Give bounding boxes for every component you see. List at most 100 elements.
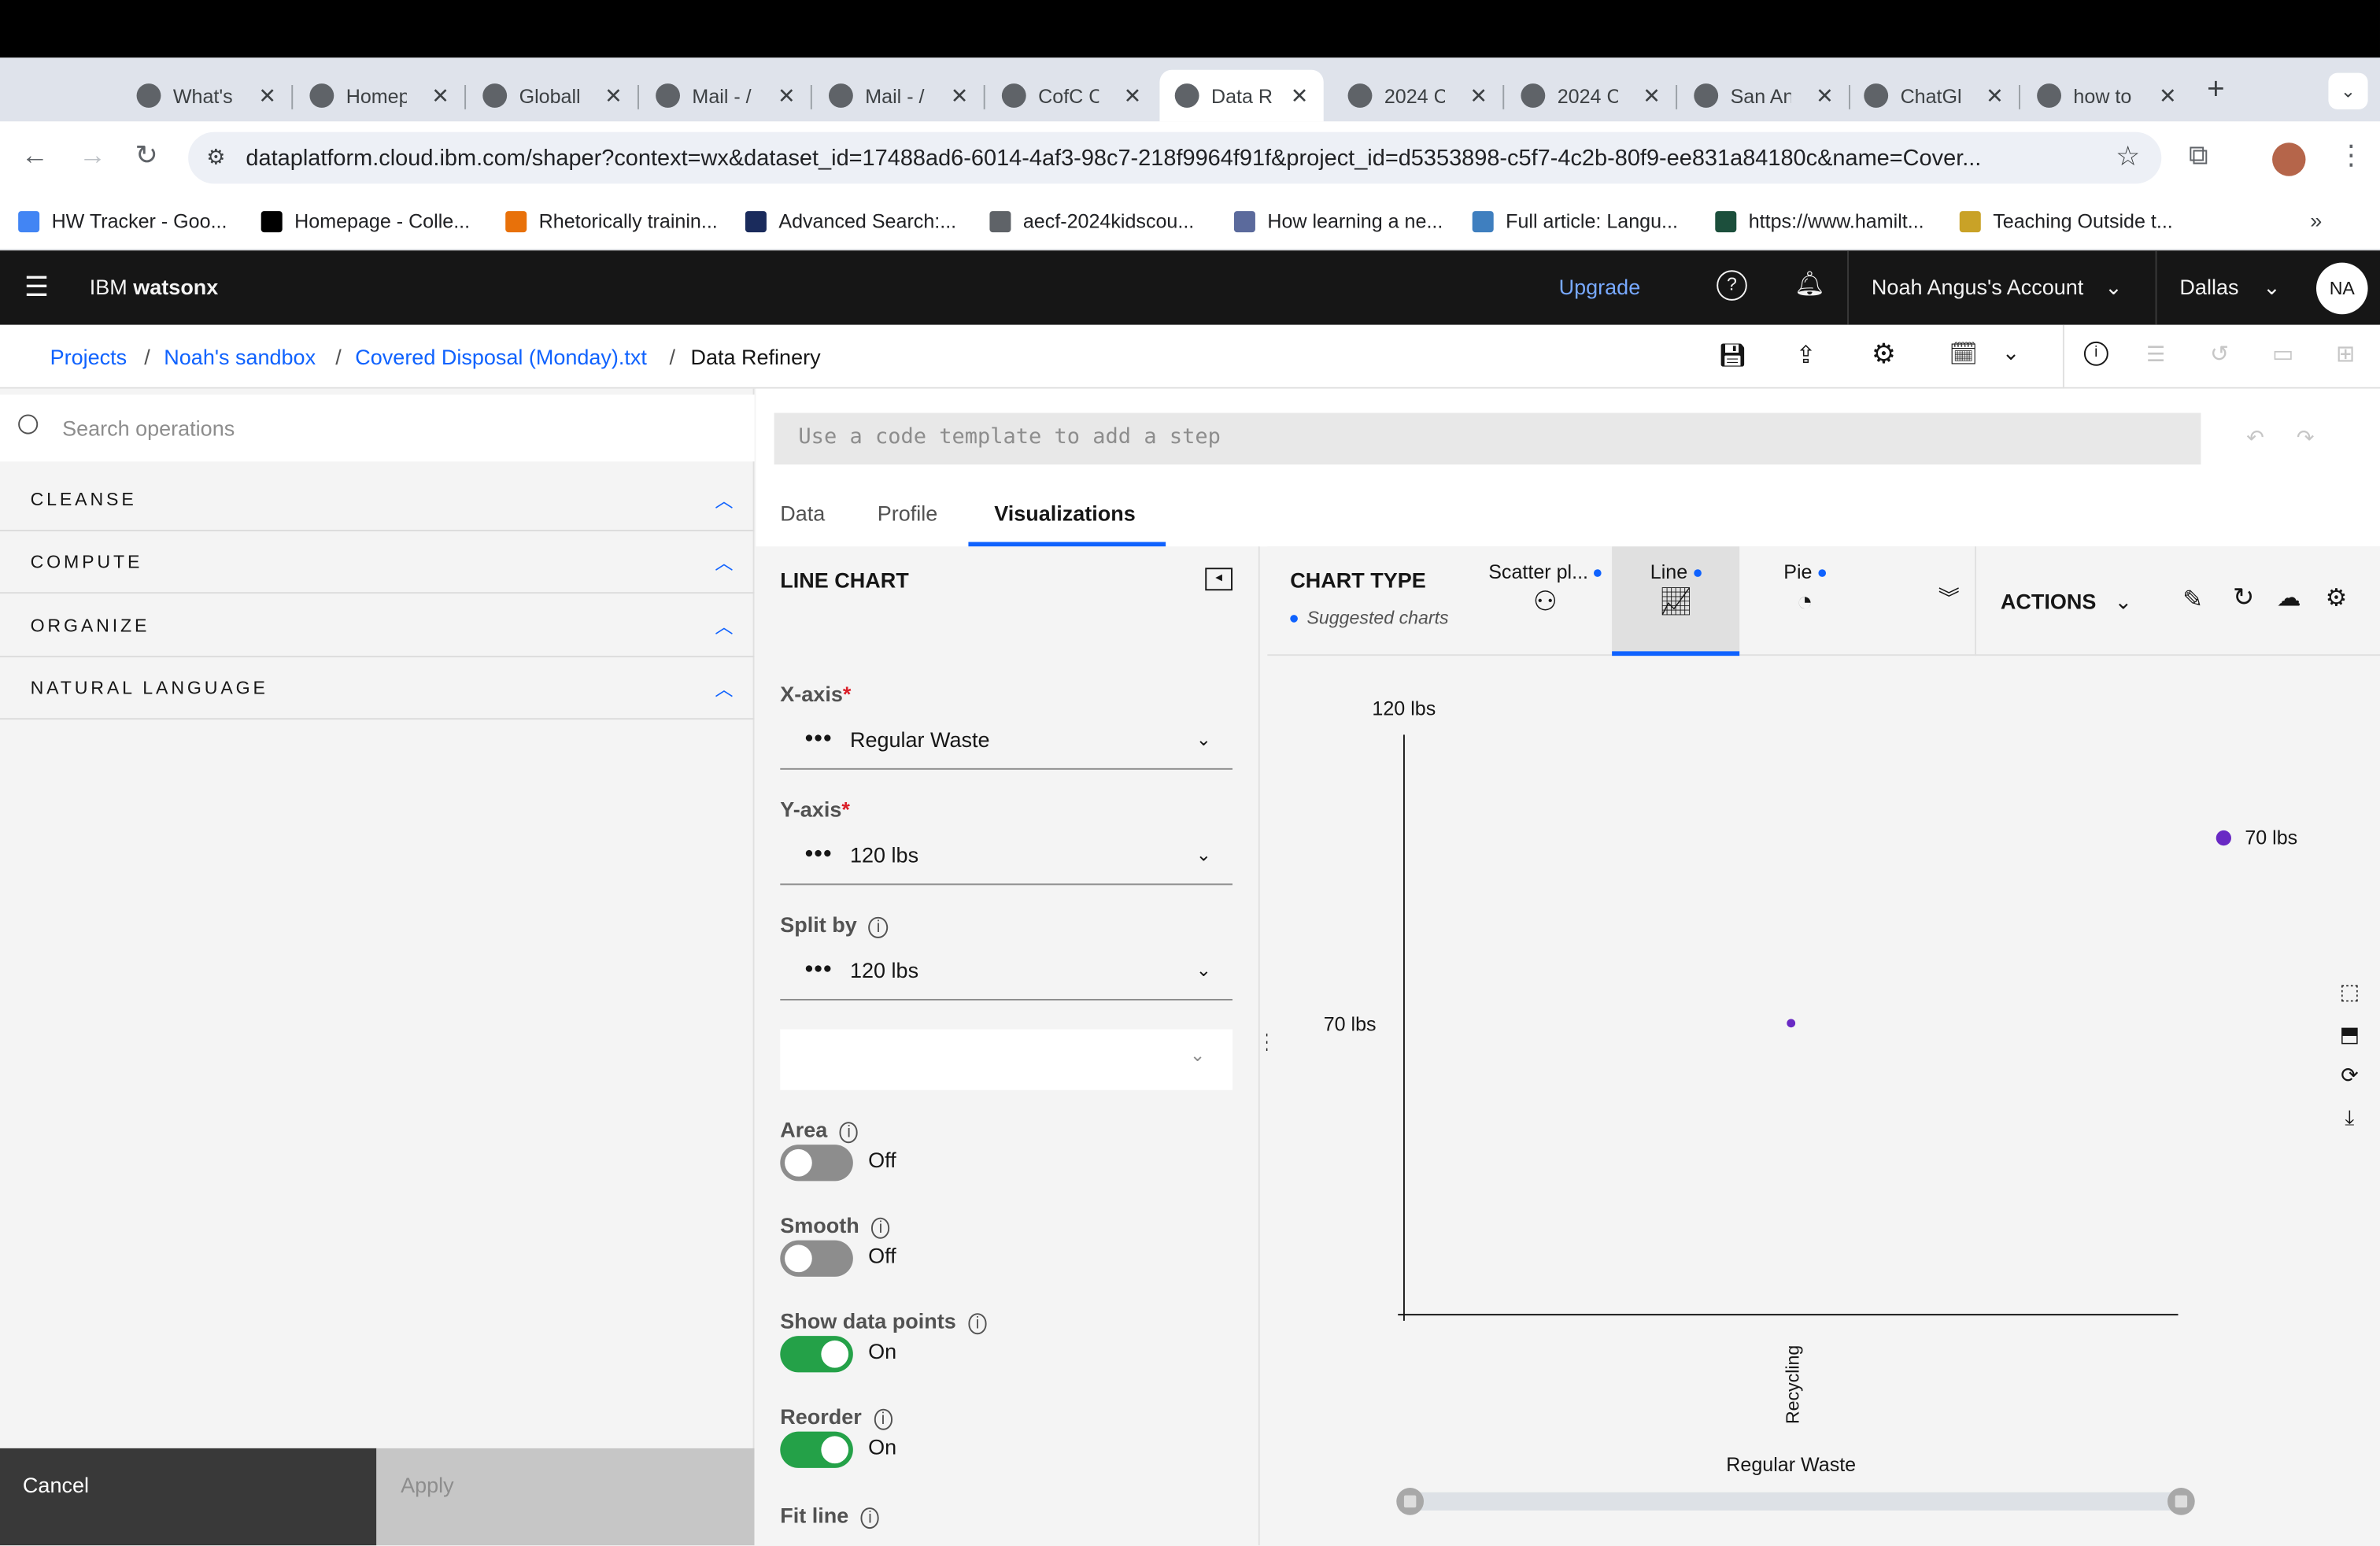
bookmark-star-icon[interactable]: ☆ [2116,141,2140,172]
browser-tab[interactable]: ChatGl ✕ [1849,70,2019,122]
x-axis-select[interactable]: ●●● Regular Waste ⌄ [780,709,1232,770]
bookmark-item[interactable]: How learning a ne... [1233,209,1443,232]
close-tab-icon[interactable]: ✕ [951,83,969,109]
close-tab-icon[interactable]: ✕ [2159,83,2177,109]
section-cleanse[interactable]: CLEANSE ︿ [0,468,755,531]
apply-button[interactable]: Apply [376,1448,755,1546]
user-avatar[interactable]: NA [2315,262,2368,315]
y-axis-select[interactable]: ●●● 120 lbs ⌄ [780,824,1232,886]
close-tab-icon[interactable]: ✕ [1469,83,1488,109]
browser-tab[interactable]: CofC C ✕ [987,70,1157,122]
tab-profile[interactable]: Profile [878,501,938,525]
chart-type-line[interactable]: Line 📈︎ [1612,546,1740,656]
collapse-panel-icon[interactable]: ◂ [1205,568,1232,591]
browser-tab[interactable]: 2024 C ✕ [1506,70,1676,122]
section-natural-language[interactable]: NATURAL LANGUAGE ︿ [0,656,755,720]
notification-bell-icon[interactable]: 🔔︎ [1794,268,1825,299]
browser-tab[interactable]: Homep ✕ [294,70,464,122]
region-switcher[interactable]: Dallas ⌄ [2179,275,2280,301]
more-bookmarks-icon[interactable]: » [2310,208,2322,232]
info-icon[interactable]: i [870,1217,891,1239]
browser-tab[interactable]: Data R ✕ [1159,69,1324,122]
tab-data[interactable]: Data [780,501,825,525]
browser-tab[interactable]: Mail - / ✕ [814,70,984,122]
breadcrumb-project[interactable]: Noah's sandbox [164,345,316,369]
info-icon[interactable]: i [968,1313,988,1335]
save-icon[interactable]: 💾︎ [1718,342,1747,369]
bookmark-item[interactable]: Full article: Langu... [1472,209,1678,232]
toggle-switch[interactable] [780,1336,853,1373]
export-icon[interactable]: ⇪ [1795,340,1816,371]
chevron-down-icon[interactable]: ⌄ [2002,340,2020,366]
download-icon[interactable]: ⤓ [2326,1096,2374,1138]
close-tab-icon[interactable]: ✕ [1986,83,2004,109]
brand[interactable]: IBM watsonx [90,275,219,299]
close-tab-icon[interactable]: ✕ [1124,83,1142,109]
info-icon[interactable]: i [2083,341,2108,366]
browser-menu-icon[interactable]: ⋮ [2338,139,2365,171]
close-tab-icon[interactable]: ✕ [604,83,623,109]
rotate-icon[interactable]: ⟳ [2326,1053,2374,1096]
chart-settings-icon[interactable]: ⚙ [2326,583,2348,614]
extensions-icon[interactable]: ⧉ [2189,139,2208,171]
account-switcher[interactable]: Noah Angus's Account ⌄ [1872,275,2123,301]
search-operations[interactable]: Search operations [0,394,755,462]
toggle-switch[interactable] [780,1240,853,1277]
bookmark-item[interactable]: Teaching Outside t... [1959,209,2173,232]
browser-tab[interactable]: Globall ✕ [468,70,638,122]
browser-tab[interactable]: 2024 C ✕ [1332,70,1502,122]
info-icon[interactable]: i [839,1122,859,1144]
site-info-icon[interactable]: ⚙ [206,144,225,170]
info-icon[interactable]: i [860,1507,880,1529]
section-organize[interactable]: ORGANIZE ︿ [0,594,755,658]
bookmark-item[interactable]: Advanced Search:... [745,209,956,232]
bookmark-item[interactable]: aecf-2024kidscou... [989,209,1194,232]
secondary-select[interactable]: ⌄ [780,1029,1232,1090]
tab-search-icon[interactable]: ⌄ [2328,72,2368,109]
tab-visualizations[interactable]: Visualizations [994,501,1136,525]
edit-chart-icon[interactable]: ✎ [2182,584,2203,615]
close-tab-icon[interactable]: ✕ [258,83,276,109]
section-compute[interactable]: COMPUTE ︿ [0,530,755,594]
more-charts-chevron-icon[interactable]: ︾ [1938,583,1960,614]
schedule-job-icon[interactable]: 🗓︎ [1949,340,1978,368]
browser-tab[interactable]: Mail - / ✕ [641,70,811,122]
new-tab-button[interactable]: + [2207,73,2225,108]
close-tab-icon[interactable]: ✕ [1816,83,1834,109]
url-bar[interactable]: ⚙ dataplatform.cloud.ibm.com/shaper?cont… [188,131,2162,184]
close-tab-icon[interactable]: ✕ [431,83,449,109]
profile-avatar-icon[interactable] [2272,142,2306,176]
bookmark-item[interactable]: Homepage - Colle... [261,209,470,232]
back-icon[interactable]: ← [21,139,49,171]
bookmark-item[interactable]: https://www.hamilt... [1715,209,1924,232]
upload-cloud-icon[interactable]: ☁ [2277,583,2301,614]
help-icon[interactable]: ? [1717,270,1747,301]
close-tab-icon[interactable]: ✕ [778,83,796,109]
crop-icon[interactable]: ⬚ [2326,970,2374,1012]
upgrade-link[interactable]: Upgrade [1559,275,1641,299]
breadcrumb-projects[interactable]: Projects [50,345,128,369]
reset-crop-icon[interactable]: ⬒ [2326,1012,2374,1055]
hamburger-menu-icon[interactable]: ☰ [24,272,49,303]
browser-tab[interactable]: What's ✕ [121,70,291,122]
bookmark-item[interactable]: Rhetorically trainin... [505,209,718,232]
toggle-switch[interactable] [780,1431,853,1468]
breadcrumb-file[interactable]: Covered Disposal (Monday).txt [355,345,647,369]
chart-type-scatter[interactable]: Scatter pl... ⚇ [1480,546,1610,656]
split-by-select[interactable]: ●●● 120 lbs ⌄ [780,940,1232,1000]
close-tab-icon[interactable]: ✕ [1291,83,1309,109]
reload-icon[interactable]: ↻ [135,139,158,171]
browser-tab[interactable]: how to ✕ [2022,70,2192,122]
settings-gear-icon[interactable]: ⚙ [1872,338,1896,370]
forward-icon[interactable]: → [79,139,106,171]
refresh-icon[interactable]: ↻ [2233,583,2254,614]
actions-menu[interactable]: ACTIONS ⌄ [2001,589,2132,615]
code-template-input[interactable]: Use a code template to add a step [774,412,2201,465]
chart-type-pie[interactable]: Pie ◔ [1741,546,1868,656]
info-icon[interactable]: i [874,1408,893,1430]
toggle-switch[interactable] [780,1145,853,1182]
cancel-button[interactable]: Cancel [0,1448,377,1546]
bookmark-item[interactable]: HW Tracker - Goo... [18,209,227,232]
browser-tab[interactable]: San An ✕ [1679,70,1849,122]
close-tab-icon[interactable]: ✕ [1643,83,1661,109]
